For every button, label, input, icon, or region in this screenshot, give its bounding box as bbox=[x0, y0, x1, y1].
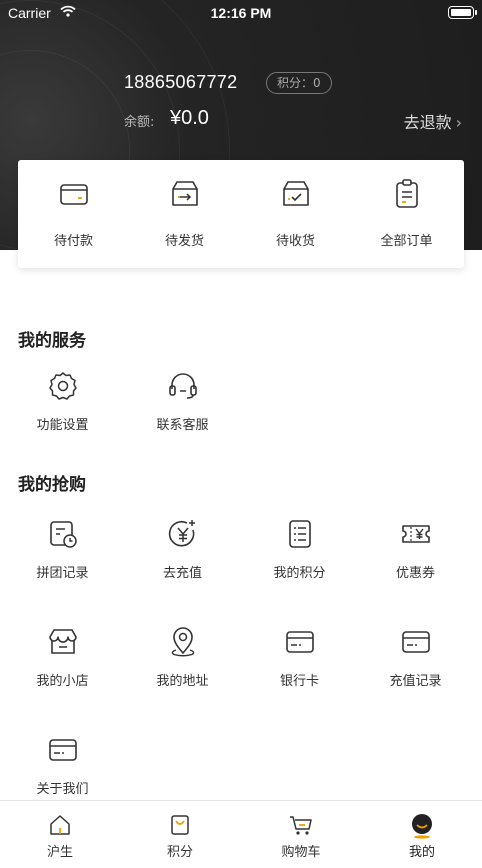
balance-value: ¥0.0 bbox=[170, 107, 209, 129]
status-time: 12:16 PM bbox=[210, 5, 272, 21]
profile-icon bbox=[412, 814, 432, 839]
store-icon bbox=[49, 629, 77, 654]
order-label: 待付款 bbox=[53, 234, 93, 249]
order-pending-receipt[interactable]: 待收货 bbox=[240, 160, 351, 268]
services-title: 我的服务 bbox=[18, 331, 86, 351]
purchase-label: 拼团记录 bbox=[36, 566, 89, 581]
battery-icon bbox=[448, 6, 477, 19]
purchases-title: 我的抢购 bbox=[18, 475, 86, 495]
balance-label: 余额: bbox=[124, 115, 155, 130]
tab-cart[interactable]: 购物车 bbox=[241, 801, 361, 868]
purchase-bank-card[interactable]: 银行卡 bbox=[244, 626, 355, 706]
order-status-card: 待付款 待发货 待收货 全部订单 bbox=[18, 160, 464, 268]
purchase-label: 银行卡 bbox=[279, 674, 319, 689]
home-icon bbox=[50, 815, 70, 835]
tab-label: 沪生 bbox=[46, 845, 73, 860]
list-doc-icon bbox=[289, 520, 311, 548]
chevron-right-icon: › bbox=[455, 113, 462, 132]
tab-label: 购物车 bbox=[281, 845, 321, 860]
tab-points[interactable]: 积分 bbox=[120, 801, 240, 868]
purchase-label: 我的积分 bbox=[273, 566, 326, 581]
order-all[interactable]: 全部订单 bbox=[351, 160, 462, 268]
service-label: 功能设置 bbox=[36, 418, 89, 433]
purchase-my-store[interactable]: 我的小店 bbox=[7, 626, 118, 706]
order-label: 全部订单 bbox=[380, 234, 433, 249]
box-check-icon bbox=[283, 181, 309, 206]
yuan-plus-icon bbox=[168, 520, 195, 547]
purchase-label: 充值记录 bbox=[389, 674, 442, 689]
purchase-label: 关于我们 bbox=[36, 782, 89, 797]
bottom-tab-bar: 沪生 积分 购物车 我的 bbox=[0, 800, 482, 868]
points-badge[interactable]: 积分：0 bbox=[266, 72, 332, 94]
ticket-yuan-icon bbox=[402, 525, 430, 543]
status-bar: Carrier 12:16 PM bbox=[0, 0, 482, 26]
recharge-card-icon bbox=[402, 631, 430, 653]
purchase-recharge[interactable]: 去充值 bbox=[127, 518, 238, 598]
purchase-recharge-record[interactable]: 充值记录 bbox=[360, 626, 471, 706]
purchase-my-address[interactable]: 我的地址 bbox=[127, 626, 238, 706]
purchase-coupons[interactable]: 优惠券 bbox=[360, 518, 471, 598]
purchase-group-record[interactable]: 拼团记录 bbox=[7, 518, 118, 598]
order-label: 待发货 bbox=[164, 234, 204, 249]
gear-icon bbox=[49, 372, 77, 400]
tab-home[interactable]: 沪生 bbox=[0, 801, 120, 868]
service-settings[interactable]: 功能设置 bbox=[7, 370, 118, 450]
tab-label: 积分 bbox=[166, 845, 193, 860]
tab-mine[interactable]: 我的 bbox=[362, 801, 482, 868]
calendar-clock-icon bbox=[50, 521, 77, 548]
clipboard-icon bbox=[396, 179, 418, 208]
headset-icon bbox=[169, 373, 197, 399]
points-bag-icon bbox=[171, 815, 189, 835]
order-pending-shipment[interactable]: 待发货 bbox=[129, 160, 240, 268]
refund-label: 去退款 bbox=[403, 113, 452, 132]
box-arrow-icon bbox=[172, 181, 198, 206]
about-card-icon bbox=[49, 739, 77, 761]
order-label: 待收货 bbox=[275, 234, 315, 249]
tab-label: 我的 bbox=[408, 845, 435, 860]
purchase-label: 去充值 bbox=[162, 566, 202, 581]
order-pending-payment[interactable]: 待付款 bbox=[18, 160, 129, 268]
purchase-my-points[interactable]: 我的积分 bbox=[244, 518, 355, 598]
purchase-label: 优惠券 bbox=[395, 566, 435, 581]
wallet-icon bbox=[60, 184, 88, 205]
map-pin-icon bbox=[171, 627, 195, 657]
purchase-label: 我的小店 bbox=[36, 674, 89, 689]
bank-card-icon bbox=[286, 631, 314, 653]
refund-link[interactable]: 去退款 › bbox=[404, 109, 462, 133]
cart-icon bbox=[290, 816, 312, 835]
service-label: 联系客服 bbox=[156, 418, 209, 433]
purchase-label: 我的地址 bbox=[156, 674, 209, 689]
service-customer-support[interactable]: 联系客服 bbox=[127, 370, 238, 450]
user-phone: 18865067772 bbox=[124, 72, 238, 92]
